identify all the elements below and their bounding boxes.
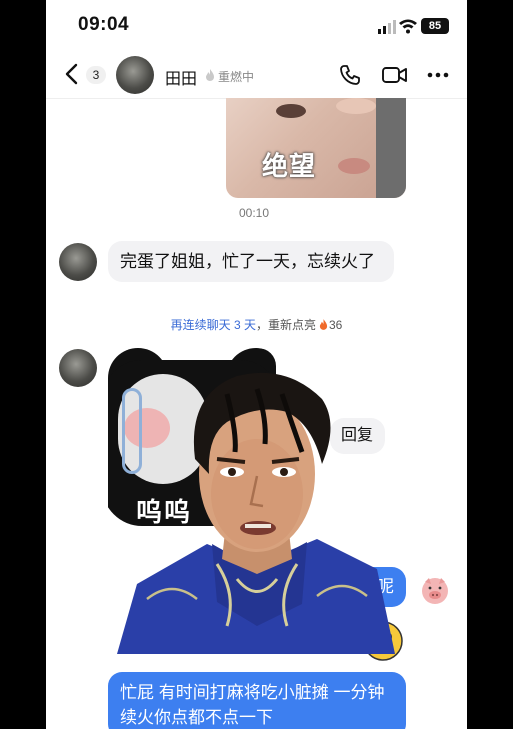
sticker-caption: 绝望	[262, 151, 317, 181]
sender-avatar[interactable]	[59, 243, 97, 281]
back-chevron-icon[interactable]	[62, 62, 82, 86]
status-time: 09:04	[78, 14, 130, 35]
chat-screen: 09:04 85 3 田田 重燃中 绝望 00:10 完蛋了姐姐，忙了一天，忘续…	[46, 0, 467, 729]
notice-link[interactable]: 再连续聊天 3 天	[171, 318, 256, 332]
contact-avatar[interactable]	[116, 56, 154, 94]
contact-name[interactable]: 田田	[165, 65, 197, 89]
wifi-icon	[399, 19, 417, 34]
more-options-icon[interactable]	[427, 72, 449, 78]
incoming-message[interactable]: 完蛋了姐姐，忙了一天，忘续火了	[108, 241, 394, 282]
battery-indicator: 85	[421, 18, 449, 34]
meme-photo-overlay	[117, 372, 395, 654]
sticker-despair[interactable]: 绝望	[226, 98, 406, 198]
message-time: 00:10	[239, 206, 270, 220]
status-bar: 09:04 85	[46, 0, 467, 52]
chat-header: 3 田田 重燃中	[46, 52, 467, 99]
streak-status: 重燃中	[218, 70, 255, 84]
flame-icon	[319, 319, 328, 330]
phone-call-icon[interactable]	[339, 64, 361, 86]
sender-avatar[interactable]	[59, 349, 97, 387]
pig-avatar-icon[interactable]	[419, 574, 451, 606]
video-call-icon[interactable]	[382, 66, 408, 84]
unread-count-badge[interactable]: 3	[86, 66, 106, 84]
flame-icon	[206, 69, 214, 81]
signal-icon	[378, 20, 396, 34]
streak-count: 36	[329, 318, 343, 332]
outgoing-message[interactable]: 忙屁 有时间打麻将吃小脏摊 一分钟续火你点都不点一下	[108, 672, 406, 729]
streak-notice: 再连续聊天 3 天，重新点亮 36	[170, 318, 343, 332]
